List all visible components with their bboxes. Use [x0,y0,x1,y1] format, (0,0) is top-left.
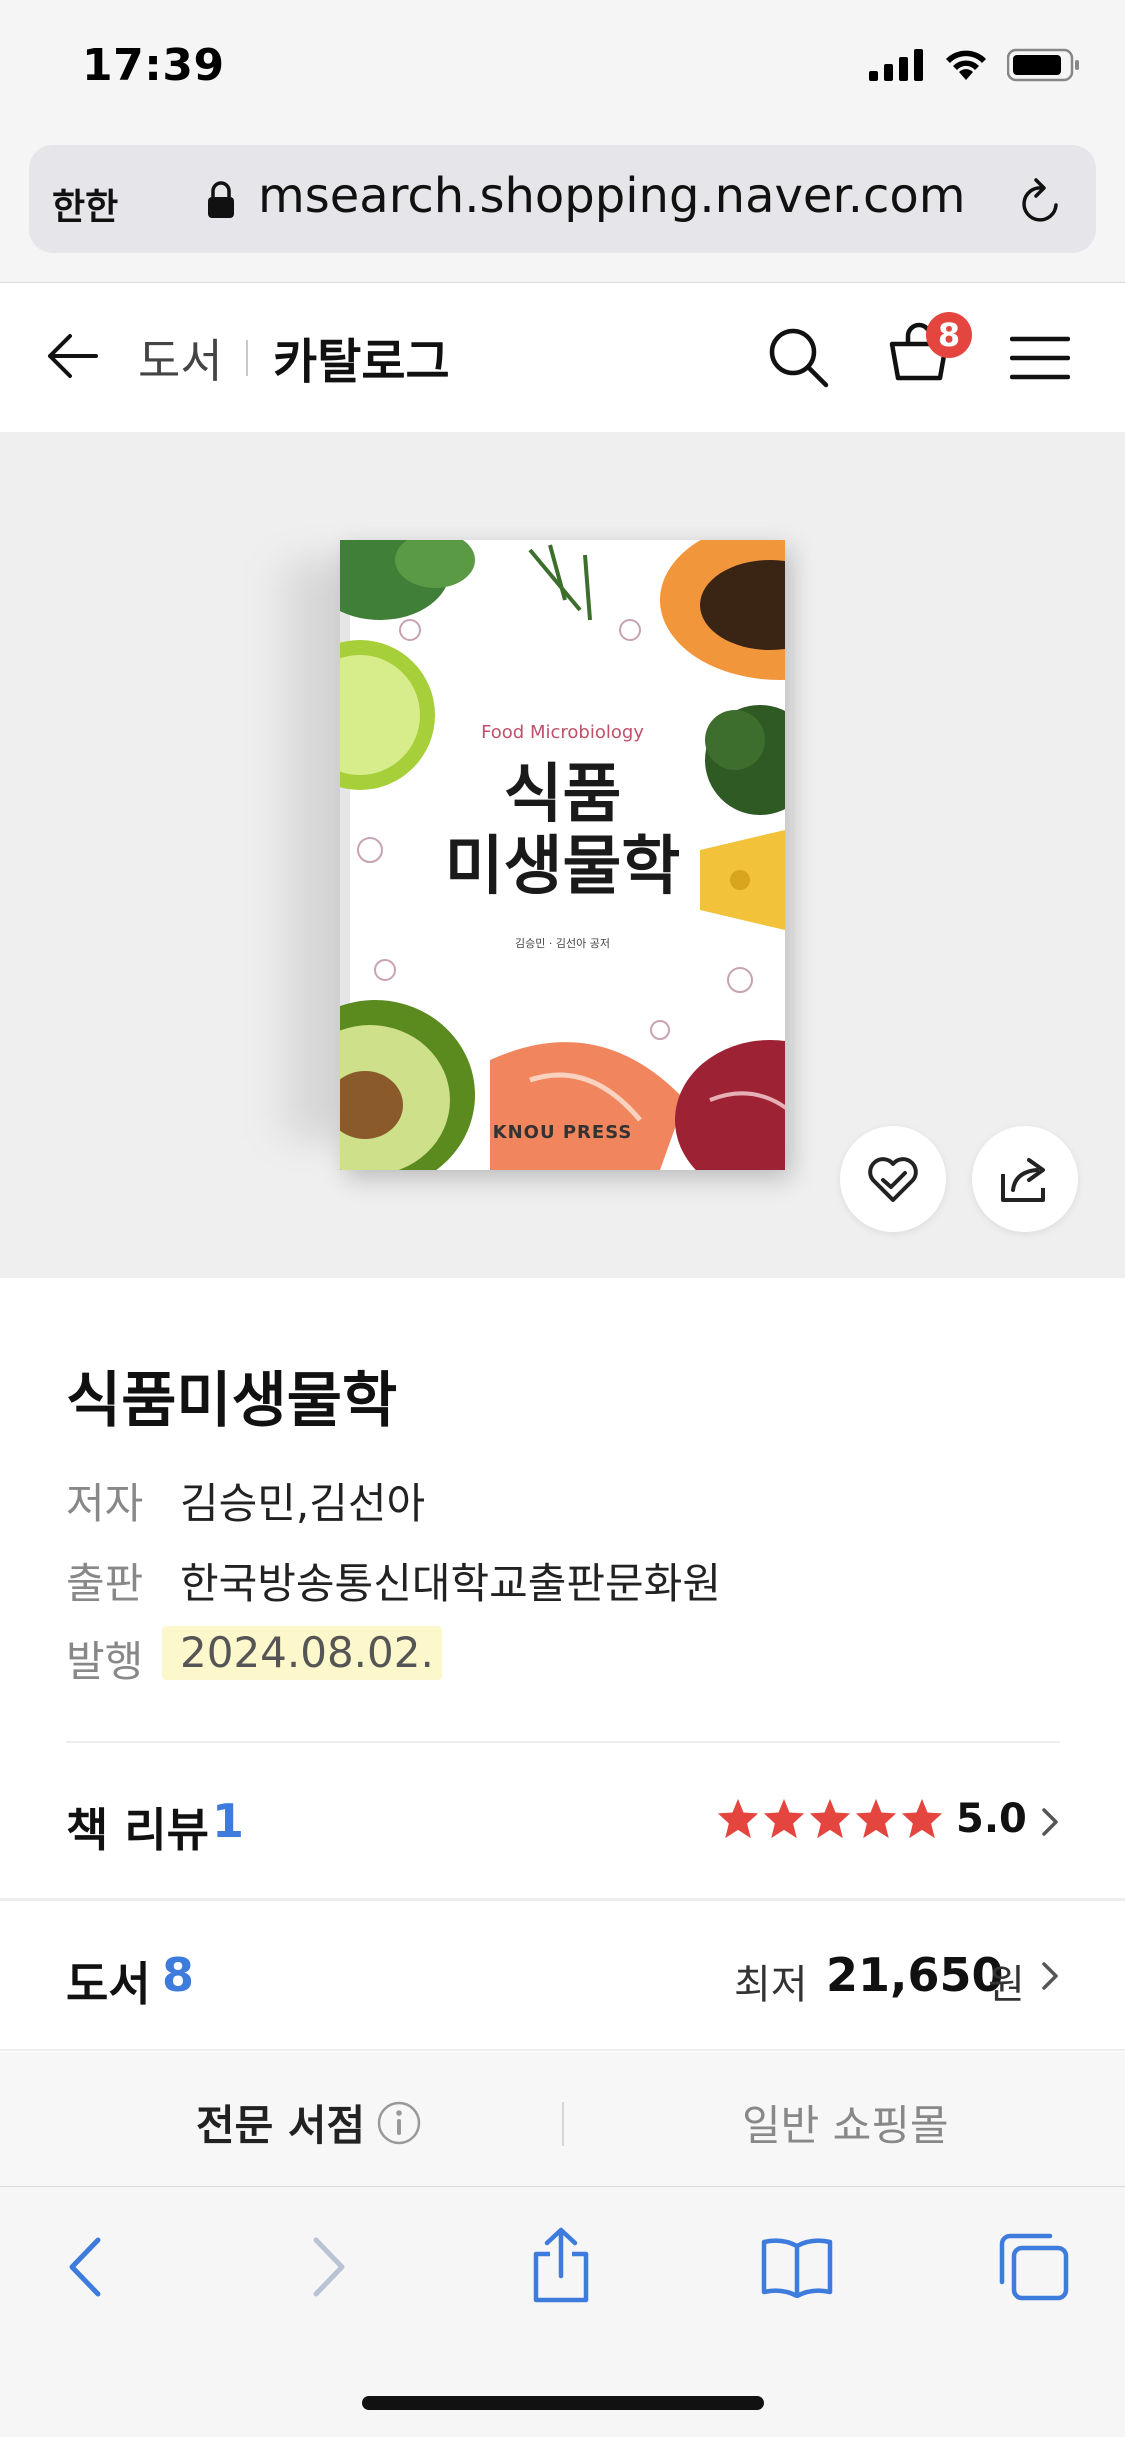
star-icon [717,1798,759,1839]
reload-icon[interactable] [1016,175,1066,229]
star-icon [809,1798,851,1839]
lowest-price-value: 21,650 [826,1948,1004,2002]
publisher-logo: KNOU PRESS [492,1122,633,1143]
search-icon[interactable] [766,325,830,389]
browser-back-icon[interactable] [66,2236,106,2298]
tab-specialty-bookstore[interactable]: 전문 서점 [196,2092,365,2153]
wifi-icon [946,50,986,80]
books-label: 도서 [66,1957,151,2011]
breadcrumb-separator [246,340,248,376]
bookmarks-icon[interactable] [760,2236,834,2298]
rating-stars [716,1797,944,1839]
divider [66,1741,1060,1743]
star-icon [901,1798,943,1839]
book-review-label: 책 리뷰 [66,1803,209,1857]
home-indicator [362,2396,764,2410]
date-label: 발행 [66,1637,144,1686]
battery-icon [1007,48,1079,82]
lowest-price-label: 최저 [734,1962,808,2008]
book-title-line1: 식품 [503,758,622,832]
rating-value: 5.0 [956,1796,1027,1842]
book-english-title: Food Microbiology [481,722,644,743]
share-sheet-icon[interactable] [530,2226,592,2304]
cart-count-badge: 8 [926,312,972,358]
browser-forward-icon[interactable] [308,2236,348,2298]
breadcrumb-category[interactable]: 도서 [138,325,223,391]
heart-check-icon [868,1157,918,1202]
publisher-label: 출판 [66,1559,144,1608]
hamburger-menu-icon[interactable] [1010,336,1070,380]
page-settings-button[interactable]: 한한 [52,178,118,230]
books-count: 8 [162,1948,195,2002]
product-title: 식품미생물학 [66,1366,398,1436]
info-icon[interactable] [376,2100,422,2146]
cellular-signal-icon [869,49,923,81]
star-icon [855,1798,897,1839]
share-button[interactable] [972,1126,1078,1232]
publisher-value[interactable]: 한국방송통신대학교출판문화원 [180,1550,721,1611]
star-icon [763,1798,805,1839]
author-label: 저자 [66,1479,144,1528]
lock-icon [208,181,234,218]
author-value[interactable]: 김승민,김선아 [180,1470,425,1531]
book-review-count: 1 [212,1794,245,1848]
tabs-icon[interactable] [998,2232,1070,2302]
chevron-right-icon [1042,1962,1058,1990]
tab-separator [562,2102,564,2146]
status-time: 17:39 [82,40,225,91]
price-currency: 원 [988,1962,1025,2008]
url-text[interactable]: msearch.shopping.naver.com [258,168,966,224]
page-title: 카탈로그 [273,334,450,390]
chevron-right-icon [1042,1808,1058,1836]
share-icon [1001,1158,1045,1202]
like-button[interactable] [840,1126,946,1232]
status-icons [869,48,1081,82]
back-arrow-icon[interactable] [44,330,100,382]
book-cover-image[interactable]: Food Microbiology 식품 미생물학 김승민 · 김선아 공저 K… [340,540,785,1170]
book-shadow [262,560,342,1140]
tab-general-shopping-mall[interactable]: 일반 쇼핑몰 [742,2092,949,2153]
date-value: 2024.08.02. [180,1628,434,1677]
book-title-line2: 미생물학 [444,830,681,904]
divider [0,2049,1125,2051]
book-cover-authors: 김승민 · 김선아 공저 [515,937,610,950]
